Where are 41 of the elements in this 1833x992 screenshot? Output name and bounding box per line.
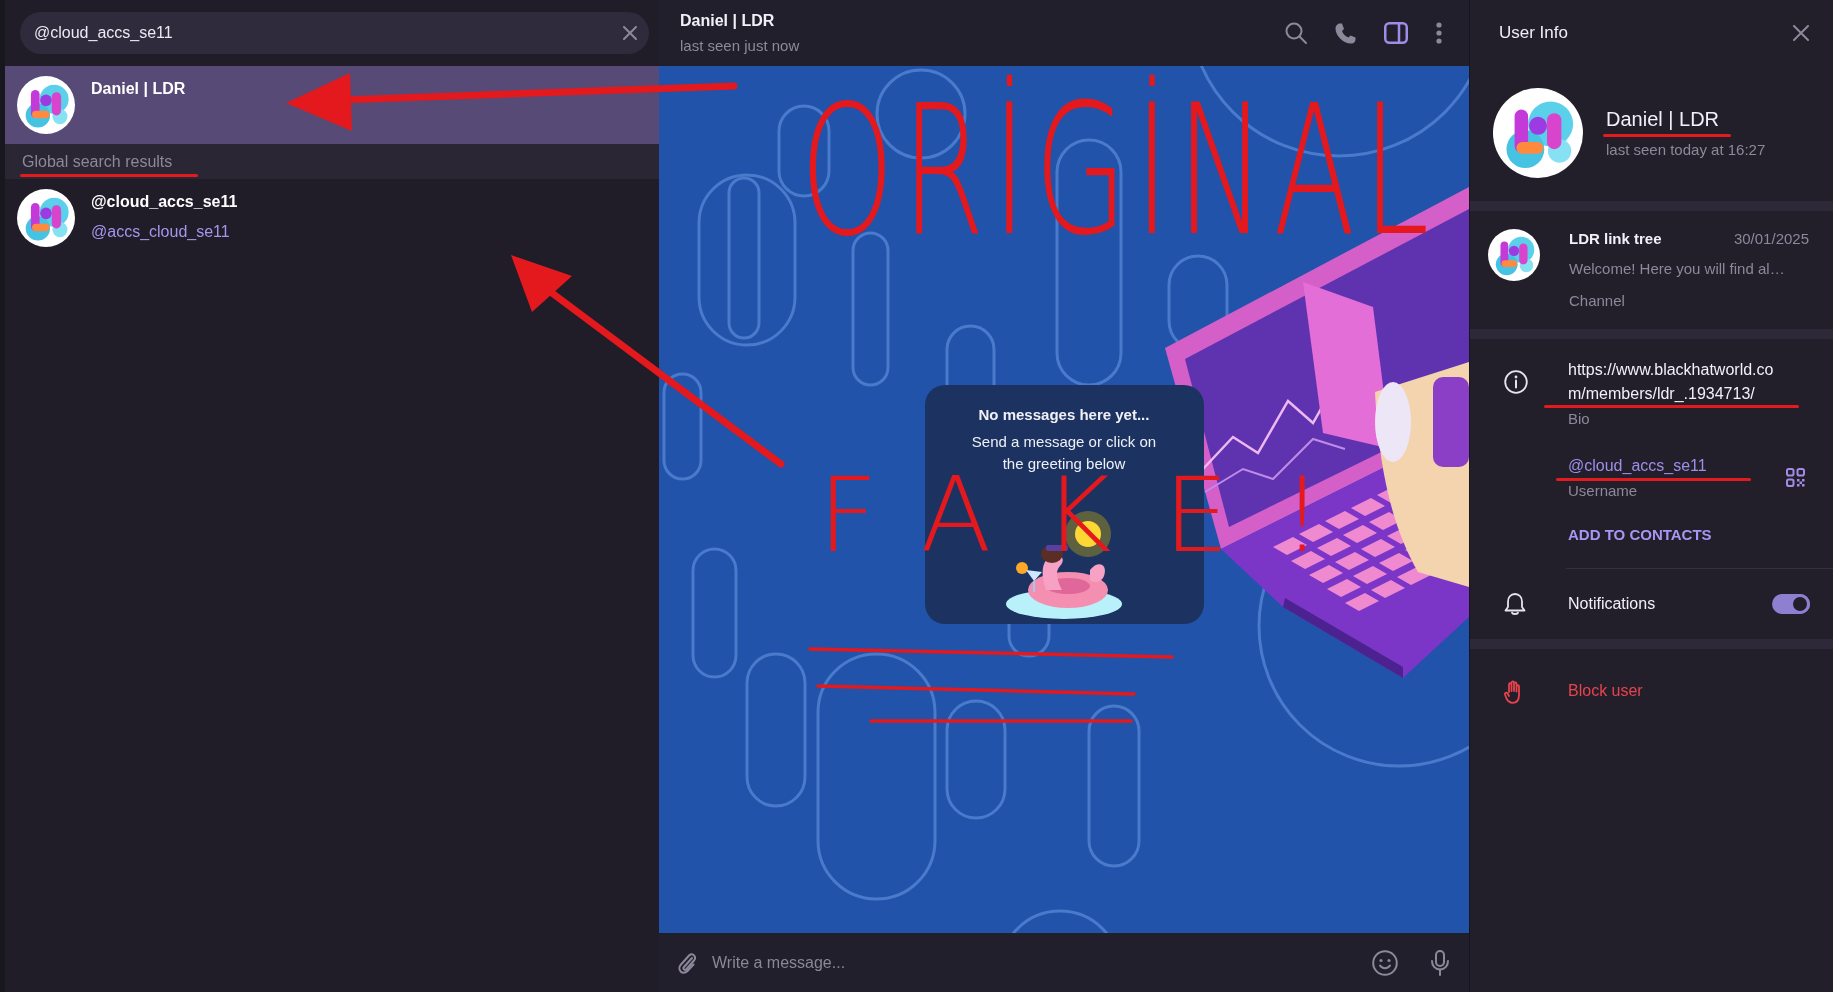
channel-date: 30/01/2025 (1733, 229, 1809, 249)
chat-name: Daniel | LDR (91, 79, 186, 99)
chat-list-item[interactable]: Daniel | LDR (5, 66, 659, 144)
handwritten-annotation: ORİGİNAL (800, 65, 1437, 277)
microphone-icon[interactable] (1431, 949, 1449, 976)
clear-icon[interactable] (623, 26, 637, 40)
result-name: @cloud_accs_se11 (91, 192, 238, 212)
add-to-contacts-button[interactable]: ADD TO CONTACTS (1568, 525, 1712, 545)
field-label: Bio (1568, 409, 1591, 429)
chat-title: Daniel | LDR (680, 10, 776, 31)
emoji-icon[interactable] (1372, 949, 1398, 976)
channel-type: Channel (1569, 291, 1626, 311)
search-result-item[interactable]: @cloud_accs_se11 @accs_cloud_se11 (5, 179, 659, 257)
result-username: @accs_cloud_se11 (91, 222, 231, 242)
notifications-label: Notifications (1568, 594, 1656, 614)
channel-name: LDR link tree (1569, 229, 1662, 249)
section-title: Global search results (22, 151, 173, 172)
logo-avatar (17, 76, 75, 134)
empty-chat-title: No messages here yet... (978, 405, 1150, 425)
bio-link[interactable]: https://www.blackhatworld.com/members/ldr_.1934713/ (1568, 358, 1782, 406)
profile-status: last seen today at 16:27 (1606, 139, 1766, 160)
more-icon[interactable] (1436, 22, 1442, 44)
close-icon[interactable] (1793, 25, 1809, 41)
notifications-toggle[interactable] (1772, 594, 1810, 614)
username-link[interactable]: @cloud_accs_se11 (1568, 457, 1707, 474)
search-field[interactable]: @cloud_accs_se11 (20, 12, 649, 54)
field-label: Username (1568, 481, 1639, 501)
channel-preview: Welcome! Here you will find al… (1569, 259, 1786, 279)
message-input[interactable]: Write a message... (710, 944, 1372, 981)
logo-avatar (17, 189, 75, 247)
phone-icon[interactable] (1335, 22, 1356, 44)
bell-icon (1504, 592, 1526, 617)
chat-status: last seen just now (680, 35, 800, 56)
sidebar-icon[interactable] (1384, 22, 1408, 44)
info-icon (1504, 370, 1528, 394)
panel-title: User Info (1499, 22, 1568, 45)
block-user-button[interactable]: Block user (1568, 679, 1643, 704)
logo-avatar (1488, 229, 1540, 281)
profile-name: Daniel | LDR (1606, 107, 1720, 130)
search-icon[interactable] (1285, 22, 1307, 44)
qr-code-icon[interactable] (1786, 468, 1805, 487)
